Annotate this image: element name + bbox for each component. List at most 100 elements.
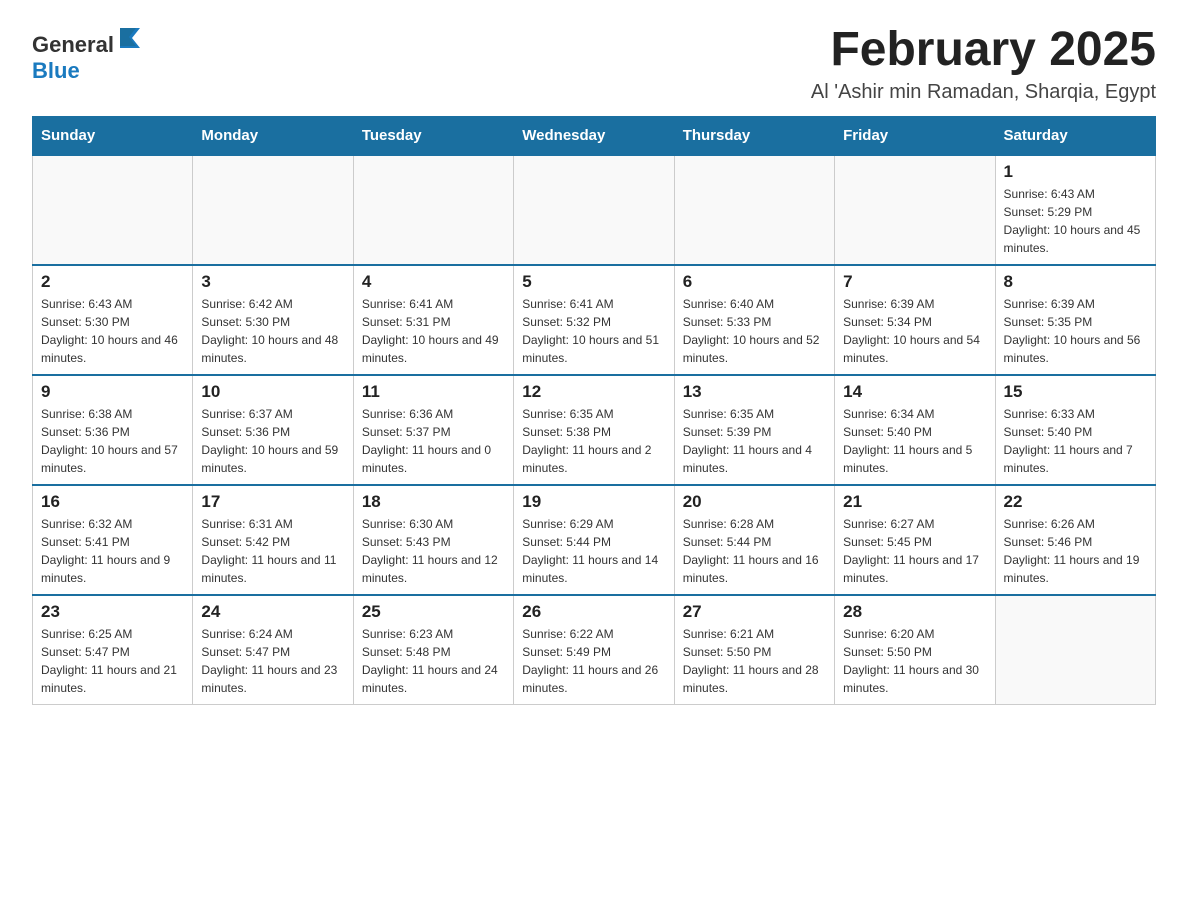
day-sun-info: Sunrise: 6:41 AMSunset: 5:31 PMDaylight:… xyxy=(362,295,505,367)
day-number: 20 xyxy=(683,492,826,512)
calendar-day-cell: 1 Sunrise: 6:43 AMSunset: 5:29 PMDaylight… xyxy=(995,155,1155,265)
day-sun-info: Sunrise: 6:26 AMSunset: 5:46 PMDaylight:… xyxy=(1004,515,1147,587)
day-number: 27 xyxy=(683,602,826,622)
day-sun-info: Sunrise: 6:23 AMSunset: 5:48 PMDaylight:… xyxy=(362,625,505,697)
logo: General Blue xyxy=(32,24,144,84)
day-of-week-header: Sunday xyxy=(33,116,193,155)
calendar-day-cell: 20 Sunrise: 6:28 AMSunset: 5:44 PMDayligh… xyxy=(674,485,834,595)
day-number: 19 xyxy=(522,492,665,512)
calendar-day-cell: 5 Sunrise: 6:41 AMSunset: 5:32 PMDaylight… xyxy=(514,265,674,375)
calendar-week-row: 23 Sunrise: 6:25 AMSunset: 5:47 PMDayligh… xyxy=(33,595,1156,705)
calendar-day-cell: 4 Sunrise: 6:41 AMSunset: 5:31 PMDaylight… xyxy=(353,265,513,375)
calendar-day-cell: 11Sunrise: 6:36 AMSunset: 5:37 PMDayligh… xyxy=(353,375,513,485)
day-sun-info: Sunrise: 6:22 AMSunset: 5:49 PMDaylight:… xyxy=(522,625,665,697)
calendar-week-row: 16Sunrise: 6:32 AMSunset: 5:41 PMDayligh… xyxy=(33,485,1156,595)
calendar-day-cell: 16Sunrise: 6:32 AMSunset: 5:41 PMDayligh… xyxy=(33,485,193,595)
day-sun-info: Sunrise: 6:32 AMSunset: 5:41 PMDaylight:… xyxy=(41,515,184,587)
title-area: February 2025 Al 'Ashir min Ramadan, Sha… xyxy=(811,24,1156,104)
day-sun-info: Sunrise: 6:43 AMSunset: 5:30 PMDaylight:… xyxy=(41,295,184,367)
calendar-header-row: SundayMondayTuesdayWednesdayThursdayFrid… xyxy=(33,116,1156,155)
day-sun-info: Sunrise: 6:41 AMSunset: 5:32 PMDaylight:… xyxy=(522,295,665,367)
day-number: 15 xyxy=(1004,382,1147,402)
day-number: 6 xyxy=(683,272,826,292)
calendar-day-cell: 24 Sunrise: 6:24 AMSunset: 5:47 PMDayligh… xyxy=(193,595,353,705)
day-number: 18 xyxy=(362,492,505,512)
day-number: 24 xyxy=(201,602,344,622)
day-number: 1 xyxy=(1004,162,1147,182)
day-number: 2 xyxy=(41,272,184,292)
day-sun-info: Sunrise: 6:42 AMSunset: 5:30 PMDaylight:… xyxy=(201,295,344,367)
day-sun-info: Sunrise: 6:30 AMSunset: 5:43 PMDaylight:… xyxy=(362,515,505,587)
day-sun-info: Sunrise: 6:39 AMSunset: 5:35 PMDaylight:… xyxy=(1004,295,1147,367)
calendar-day-cell xyxy=(835,155,995,265)
logo-text: General Blue xyxy=(32,24,144,84)
day-number: 23 xyxy=(41,602,184,622)
calendar-day-cell: 17Sunrise: 6:31 AMSunset: 5:42 PMDayligh… xyxy=(193,485,353,595)
day-number: 7 xyxy=(843,272,986,292)
calendar-day-cell xyxy=(193,155,353,265)
calendar-day-cell: 12 Sunrise: 6:35 AMSunset: 5:38 PMDayligh… xyxy=(514,375,674,485)
calendar-day-cell: 27 Sunrise: 6:21 AMSunset: 5:50 PMDayligh… xyxy=(674,595,834,705)
calendar-day-cell: 3 Sunrise: 6:42 AMSunset: 5:30 PMDaylight… xyxy=(193,265,353,375)
calendar-day-cell: 13 Sunrise: 6:35 AMSunset: 5:39 PMDayligh… xyxy=(674,375,834,485)
day-number: 25 xyxy=(362,602,505,622)
day-of-week-header: Thursday xyxy=(674,116,834,155)
day-of-week-header: Tuesday xyxy=(353,116,513,155)
day-number: 28 xyxy=(843,602,986,622)
day-of-week-header: Friday xyxy=(835,116,995,155)
location-subtitle: Al 'Ashir min Ramadan, Sharqia, Egypt xyxy=(811,81,1156,104)
day-number: 21 xyxy=(843,492,986,512)
day-number: 13 xyxy=(683,382,826,402)
calendar-day-cell: 15Sunrise: 6:33 AMSunset: 5:40 PMDayligh… xyxy=(995,375,1155,485)
calendar-day-cell: 18 Sunrise: 6:30 AMSunset: 5:43 PMDayligh… xyxy=(353,485,513,595)
calendar-day-cell: 23 Sunrise: 6:25 AMSunset: 5:47 PMDayligh… xyxy=(33,595,193,705)
day-number: 26 xyxy=(522,602,665,622)
calendar-day-cell: 6Sunrise: 6:40 AMSunset: 5:33 PMDaylight… xyxy=(674,265,834,375)
calendar-day-cell xyxy=(995,595,1155,705)
day-sun-info: Sunrise: 6:31 AMSunset: 5:42 PMDaylight:… xyxy=(201,515,344,587)
calendar-day-cell: 7 Sunrise: 6:39 AMSunset: 5:34 PMDaylight… xyxy=(835,265,995,375)
day-number: 12 xyxy=(522,382,665,402)
calendar-day-cell: 19 Sunrise: 6:29 AMSunset: 5:44 PMDayligh… xyxy=(514,485,674,595)
calendar-day-cell: 25 Sunrise: 6:23 AMSunset: 5:48 PMDayligh… xyxy=(353,595,513,705)
day-sun-info: Sunrise: 6:35 AMSunset: 5:39 PMDaylight:… xyxy=(683,405,826,477)
day-sun-info: Sunrise: 6:29 AMSunset: 5:44 PMDaylight:… xyxy=(522,515,665,587)
day-number: 10 xyxy=(201,382,344,402)
calendar-day-cell: 2 Sunrise: 6:43 AMSunset: 5:30 PMDaylight… xyxy=(33,265,193,375)
calendar-day-cell: 21Sunrise: 6:27 AMSunset: 5:45 PMDayligh… xyxy=(835,485,995,595)
calendar-week-row: 1 Sunrise: 6:43 AMSunset: 5:29 PMDaylight… xyxy=(33,155,1156,265)
day-of-week-header: Saturday xyxy=(995,116,1155,155)
calendar-day-cell: 26 Sunrise: 6:22 AMSunset: 5:49 PMDayligh… xyxy=(514,595,674,705)
day-sun-info: Sunrise: 6:39 AMSunset: 5:34 PMDaylight:… xyxy=(843,295,986,367)
calendar-day-cell: 9 Sunrise: 6:38 AMSunset: 5:36 PMDaylight… xyxy=(33,375,193,485)
day-sun-info: Sunrise: 6:35 AMSunset: 5:38 PMDaylight:… xyxy=(522,405,665,477)
calendar-day-cell xyxy=(353,155,513,265)
day-number: 9 xyxy=(41,382,184,402)
day-number: 8 xyxy=(1004,272,1147,292)
calendar-day-cell xyxy=(674,155,834,265)
calendar-day-cell xyxy=(33,155,193,265)
day-number: 5 xyxy=(522,272,665,292)
day-sun-info: Sunrise: 6:34 AMSunset: 5:40 PMDaylight:… xyxy=(843,405,986,477)
day-sun-info: Sunrise: 6:24 AMSunset: 5:47 PMDaylight:… xyxy=(201,625,344,697)
calendar-day-cell: 14Sunrise: 6:34 AMSunset: 5:40 PMDayligh… xyxy=(835,375,995,485)
calendar-table: SundayMondayTuesdayWednesdayThursdayFrid… xyxy=(32,116,1156,706)
logo-flag-icon xyxy=(116,24,144,52)
day-sun-info: Sunrise: 6:28 AMSunset: 5:44 PMDaylight:… xyxy=(683,515,826,587)
day-sun-info: Sunrise: 6:25 AMSunset: 5:47 PMDaylight:… xyxy=(41,625,184,697)
logo-blue: Blue xyxy=(32,58,80,83)
month-title: February 2025 xyxy=(811,24,1156,77)
page-header: General Blue February 2025 Al 'Ashir min… xyxy=(32,24,1156,104)
day-sun-info: Sunrise: 6:21 AMSunset: 5:50 PMDaylight:… xyxy=(683,625,826,697)
day-sun-info: Sunrise: 6:43 AMSunset: 5:29 PMDaylight:… xyxy=(1004,185,1147,257)
calendar-week-row: 2 Sunrise: 6:43 AMSunset: 5:30 PMDaylight… xyxy=(33,265,1156,375)
logo-general: General xyxy=(32,32,114,57)
calendar-day-cell xyxy=(514,155,674,265)
day-number: 22 xyxy=(1004,492,1147,512)
calendar-day-cell: 22 Sunrise: 6:26 AMSunset: 5:46 PMDayligh… xyxy=(995,485,1155,595)
day-sun-info: Sunrise: 6:38 AMSunset: 5:36 PMDaylight:… xyxy=(41,405,184,477)
day-number: 4 xyxy=(362,272,505,292)
calendar-day-cell: 28Sunrise: 6:20 AMSunset: 5:50 PMDayligh… xyxy=(835,595,995,705)
day-sun-info: Sunrise: 6:37 AMSunset: 5:36 PMDaylight:… xyxy=(201,405,344,477)
day-number: 3 xyxy=(201,272,344,292)
